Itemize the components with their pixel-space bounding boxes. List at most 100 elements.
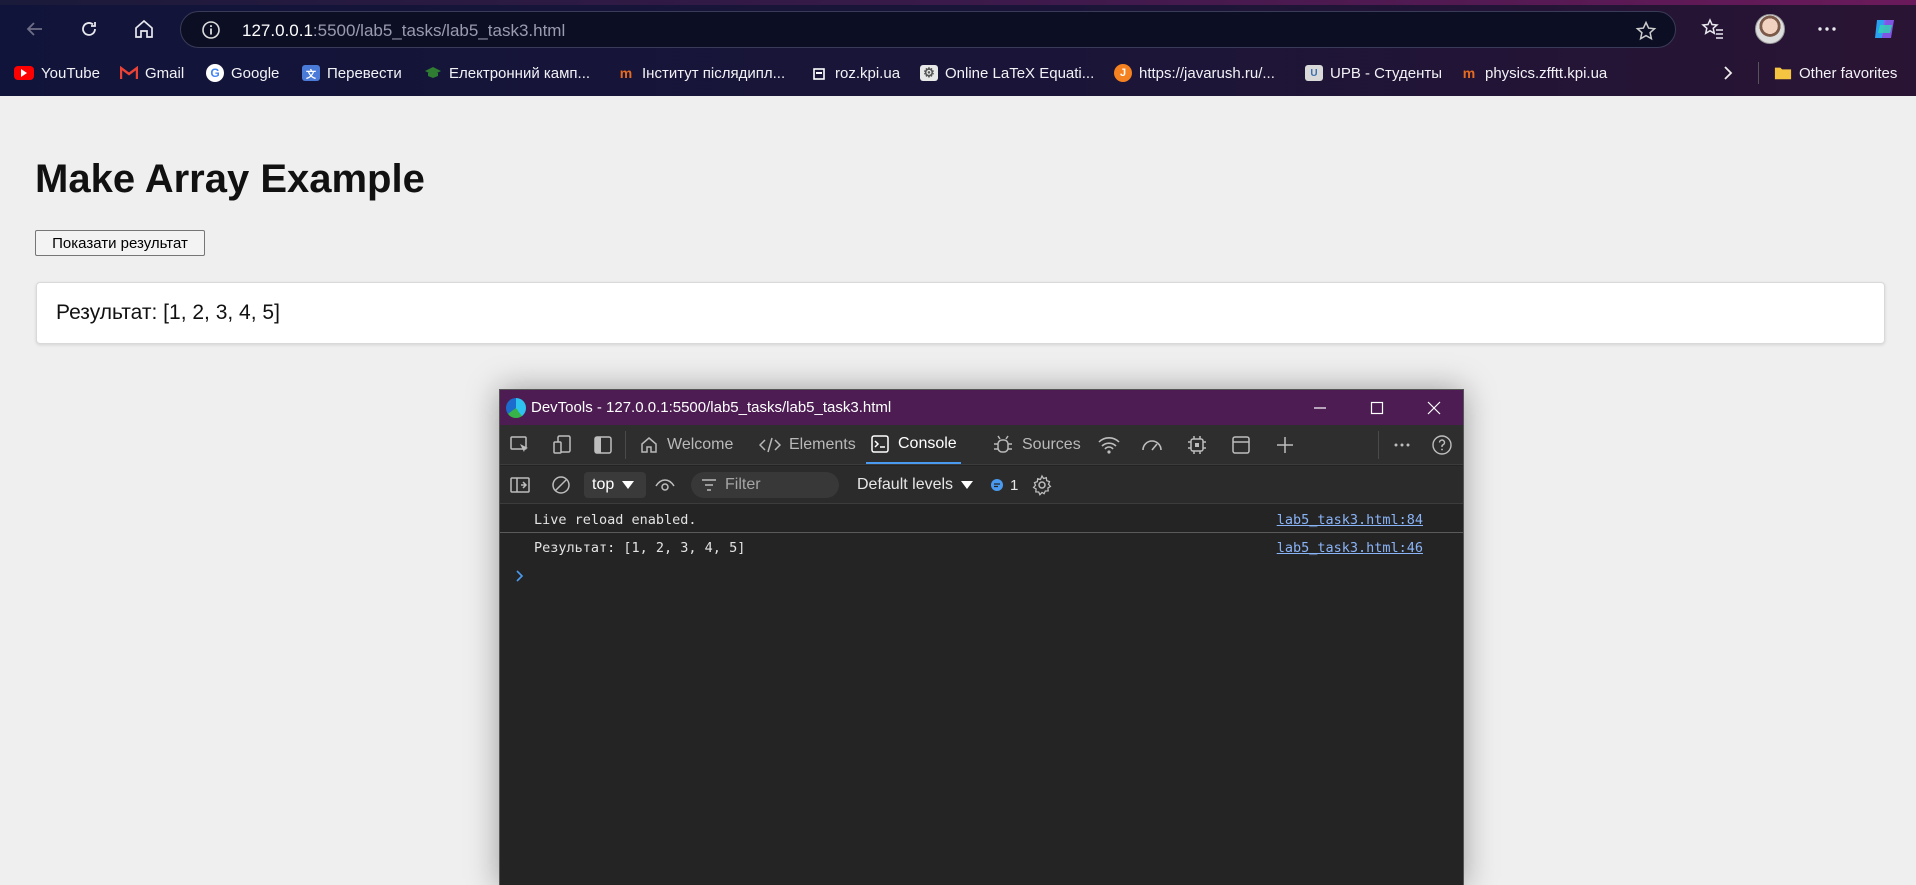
console-log-entry: Live reload enabled. lab5_task3.html:84 <box>500 505 1463 533</box>
log-levels-dropdown[interactable]: Default levels <box>857 472 974 498</box>
favorites-button[interactable] <box>1696 12 1730 46</box>
gear-icon: ⚙ <box>920 65 938 81</box>
arrow-left-icon <box>26 22 42 36</box>
other-favorites-label: Other favorites <box>1799 64 1898 82</box>
page-title: Make Array Example <box>35 157 425 201</box>
minimize-button[interactable] <box>1291 390 1349 425</box>
chevron-right-icon <box>516 570 524 582</box>
url-text[interactable]: 127.0.0.1:5500/lab5_tasks/lab5_task3.htm… <box>242 21 565 41</box>
settings-more-button[interactable] <box>1810 12 1844 46</box>
star-icon[interactable] <box>1635 20 1657 42</box>
issues-count: 1 <box>1010 476 1019 494</box>
memory-chip-icon[interactable] <box>1185 433 1209 457</box>
institute-icon: m <box>619 65 633 81</box>
filter-icon <box>702 479 716 491</box>
home-button[interactable] <box>127 12 161 46</box>
tab-welcome[interactable]: Welcome <box>635 425 737 464</box>
sidebar-toggle-icon[interactable] <box>591 433 615 457</box>
maximize-button[interactable] <box>1348 390 1406 425</box>
message-bubble-icon <box>991 479 1003 491</box>
bookmarks-bar: YouTube Gmail G Google 文 Перевести Елект… <box>0 58 1916 88</box>
help-icon[interactable] <box>1430 433 1454 457</box>
devtools-window: DevTools - 127.0.0.1:5500/lab5_tasks/lab… <box>499 389 1464 885</box>
console-prompt[interactable] <box>514 567 526 588</box>
clear-console-icon[interactable] <box>549 473 573 497</box>
bookmark-label: UPB - Студенты <box>1330 64 1443 82</box>
bookmark-label: Електронний камп... <box>449 64 591 82</box>
copilot-button[interactable] <box>1868 12 1902 46</box>
upb-icon: U <box>1305 65 1323 81</box>
bookmark-javarush[interactable]: J https://javarush.ru/... <box>1114 61 1275 85</box>
issues-counter[interactable]: 1 <box>990 472 1018 498</box>
bug-icon <box>994 435 1012 453</box>
bookmark-campus[interactable]: Електронний камп... <box>424 61 590 85</box>
browser-chrome: 127.0.0.1:5500/lab5_tasks/lab5_task3.htm… <box>0 0 1916 96</box>
bookmark-institute[interactable]: m Інститут післядипл... <box>617 61 785 85</box>
refresh-button[interactable] <box>72 12 106 46</box>
youtube-icon <box>14 66 34 80</box>
inspect-element-icon[interactable] <box>508 433 532 457</box>
performance-gauge-icon[interactable] <box>1140 433 1164 457</box>
devtools-title: DevTools - 127.0.0.1:5500/lab5_tasks/lab… <box>531 399 892 416</box>
bookmark-label: Перевести <box>327 64 402 82</box>
folder-icon <box>1774 65 1792 81</box>
bookmark-physics[interactable]: m physics.zfftt.kpi.ua <box>1460 61 1608 85</box>
url-path: :5500/lab5_tasks/lab5_task3.html <box>312 21 566 40</box>
console-output: Live reload enabled. lab5_task3.html:84 … <box>500 505 1463 885</box>
tab-divider <box>1378 431 1379 459</box>
code-brackets-icon <box>759 437 781 452</box>
console-settings-gear-icon[interactable] <box>1030 473 1054 497</box>
bookmark-google[interactable]: G Google <box>206 61 279 85</box>
address-bar[interactable]: 127.0.0.1:5500/lab5_tasks/lab5_task3.htm… <box>180 11 1676 48</box>
bookmarks-overflow-button[interactable] <box>1720 61 1736 85</box>
navigation-bar: 127.0.0.1:5500/lab5_tasks/lab5_task3.htm… <box>0 6 1916 52</box>
live-expression-eye-icon[interactable] <box>653 473 677 497</box>
info-icon[interactable] <box>201 20 221 40</box>
bookmark-gmail[interactable]: Gmail <box>120 61 184 85</box>
devtools-titlebar[interactable]: DevTools - 127.0.0.1:5500/lab5_tasks/lab… <box>500 390 1463 425</box>
bookmark-upb[interactable]: U UPB - Студенты <box>1305 61 1442 85</box>
add-tool-plus-icon[interactable] <box>1273 433 1297 457</box>
tab-sources-label: Sources <box>1022 435 1081 453</box>
log-source-link[interactable]: lab5_task3.html:46 <box>1277 540 1423 556</box>
log-levels-label: Default levels <box>857 476 954 493</box>
bookmarks-divider <box>1758 62 1759 84</box>
tab-sources[interactable]: Sources <box>988 425 1085 464</box>
application-panel-icon[interactable] <box>1229 433 1253 457</box>
filter-placeholder: Filter <box>725 476 761 493</box>
bookmark-label: Gmail <box>145 64 185 82</box>
console-icon <box>871 434 889 453</box>
device-emulation-icon[interactable] <box>551 433 575 457</box>
network-wifi-icon[interactable] <box>1097 433 1121 457</box>
bookmark-latex[interactable]: ⚙ Online LaTeX Equati... <box>920 61 1094 85</box>
bookmark-label: Google <box>231 64 280 82</box>
more-tools-icon[interactable] <box>1390 433 1414 457</box>
physics-icon: m <box>1462 65 1476 81</box>
back-button[interactable] <box>18 12 52 46</box>
home-icon <box>641 436 657 453</box>
graduation-cap-icon <box>424 65 442 81</box>
tab-elements[interactable]: Elements <box>755 425 860 464</box>
log-message: Live reload enabled. <box>534 512 697 528</box>
other-favorites-folder[interactable]: Other favorites <box>1774 61 1897 85</box>
bookmark-youtube[interactable]: YouTube <box>14 61 100 85</box>
log-source-link[interactable]: lab5_task3.html:84 <box>1277 512 1423 528</box>
favorites-star-list-icon <box>1701 18 1723 39</box>
console-filter-input[interactable]: Filter <box>691 472 839 498</box>
console-sidebar-icon[interactable] <box>508 473 532 497</box>
console-log-entry: Результат: [1, 2, 3, 4, 5] lab5_task3.ht… <box>500 533 1463 561</box>
home-icon <box>135 19 153 38</box>
caret-down-icon <box>961 481 974 489</box>
context-selector[interactable]: top <box>584 472 646 498</box>
close-button[interactable] <box>1405 390 1463 425</box>
tab-elements-label: Elements <box>789 435 856 453</box>
profile-avatar[interactable] <box>1755 14 1785 44</box>
bookmark-roz[interactable]: roz.kpi.ua <box>810 61 900 85</box>
minimize-icon <box>1314 406 1326 409</box>
window-top-accent <box>0 0 1916 5</box>
tab-console[interactable]: Console <box>866 425 961 464</box>
bookmark-label: Інститут післядипл... <box>642 64 786 82</box>
tab-divider <box>625 431 626 459</box>
show-result-button[interactable]: Показати результат <box>35 230 205 256</box>
bookmark-translate[interactable]: 文 Перевести <box>302 61 402 85</box>
